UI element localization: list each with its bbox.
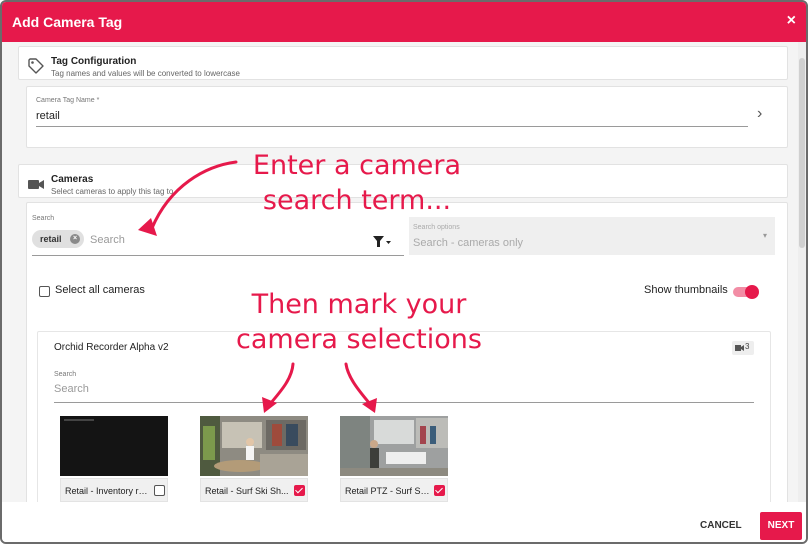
select-all-checkbox[interactable]	[39, 286, 50, 297]
add-camera-tag-dialog: Add Camera Tag × Tag Configuration Tag n…	[0, 0, 808, 544]
chip-remove-icon[interactable]: ×	[70, 234, 80, 244]
camera-count-badge: 3	[732, 341, 754, 355]
camera-label: Retail PTZ - Surf Sk...	[345, 486, 431, 496]
search-hint-line-2: search term...	[262, 185, 452, 216]
camera-label: Retail - Inventory ro...	[65, 486, 151, 496]
toggle-knob	[745, 285, 759, 299]
video-camera-icon	[735, 345, 744, 351]
camera-checkbox[interactable]	[154, 485, 165, 496]
dialog-titlebar: Add Camera Tag ×	[2, 2, 806, 42]
chevron-down-icon: ▾	[762, 231, 767, 240]
camera-tag-name-card: Camera Tag Name * retail ›	[26, 86, 788, 148]
select-hint-line-2: camera selections	[236, 324, 482, 355]
tag-configuration-subtitle: Tag names and values will be converted t…	[51, 69, 240, 78]
filter-icon[interactable]	[373, 236, 391, 248]
thumbnail-timestamp	[64, 419, 94, 421]
search-hint-line-1: Enter a camera	[252, 150, 462, 181]
search-chip-label: retail	[40, 234, 62, 244]
camera-tag-name-underline	[36, 126, 748, 127]
dialog-scrollbar[interactable]	[798, 42, 806, 502]
select-hint-line-1: Then mark your	[251, 289, 467, 320]
next-button[interactable]: NEXT	[760, 512, 802, 540]
camera-thumbnail-store	[200, 416, 308, 476]
recorder-name: Orchid Recorder Alpha v2	[54, 342, 169, 353]
camera-caption: Retail - Surf Ski Sh...	[200, 478, 308, 502]
camera-search-input[interactable]: Search	[90, 234, 125, 246]
cameras-subtitle: Select cameras to apply this tag to	[51, 187, 174, 196]
search-options-value: Search - cameras only	[413, 237, 524, 249]
search-chip-retail[interactable]: retail ×	[32, 230, 84, 248]
camera-tile[interactable]: Retail - Inventory ro...	[60, 416, 168, 502]
camera-tag-name-label: Camera Tag Name *	[36, 97, 100, 104]
recorder-search-label: Search	[54, 371, 77, 378]
scrollbar-thumb[interactable]	[799, 58, 805, 248]
video-camera-icon	[28, 180, 44, 189]
chevron-right-icon[interactable]: ›	[757, 105, 762, 123]
close-icon[interactable]: ×	[787, 12, 796, 30]
dialog-footer: CANCEL NEXT	[2, 502, 806, 542]
camera-tile[interactable]: Retail - Surf Ski Sh...	[200, 416, 308, 502]
camera-checkbox[interactable]	[434, 485, 445, 496]
camera-caption: Retail PTZ - Surf Sk...	[340, 478, 448, 502]
camera-caption: Retail - Inventory ro...	[60, 478, 168, 502]
camera-checkbox[interactable]	[294, 485, 305, 496]
search-hint-annotation: Enter a camera search term...	[232, 148, 482, 218]
cancel-button[interactable]: CANCEL	[700, 520, 742, 531]
camera-count: 3	[745, 342, 750, 351]
select-hint-annotation: Then mark your camera selections	[214, 287, 504, 357]
camera-search-label: Search	[32, 215, 55, 222]
recorder-search-input[interactable]: Search	[54, 383, 89, 395]
tag-configuration-title: Tag Configuration	[51, 56, 137, 67]
tag-icon	[28, 58, 44, 74]
camera-search-underline	[32, 255, 404, 256]
dialog-body: Tag Configuration Tag names and values w…	[2, 42, 806, 502]
show-thumbnails-label: Show thumbnails	[644, 284, 728, 296]
select-all-label: Select all cameras	[55, 284, 145, 296]
camera-thumbnail-ptz	[340, 416, 448, 476]
camera-label: Retail - Surf Ski Sh...	[205, 486, 289, 496]
search-options-select[interactable]: Search options Search - cameras only ▾	[409, 217, 775, 255]
tag-configuration-header: Tag Configuration Tag names and values w…	[18, 46, 788, 80]
recorder-search-underline	[54, 402, 754, 403]
camera-thumbnail-dark	[60, 416, 168, 476]
show-thumbnails-toggle[interactable]	[733, 285, 759, 299]
search-options-label: Search options	[413, 224, 460, 231]
camera-tag-name-input[interactable]: retail	[36, 110, 60, 122]
camera-tile[interactable]: Retail PTZ - Surf Sk...	[340, 416, 448, 502]
cameras-title: Cameras	[51, 174, 94, 185]
dialog-title: Add Camera Tag	[12, 14, 123, 30]
